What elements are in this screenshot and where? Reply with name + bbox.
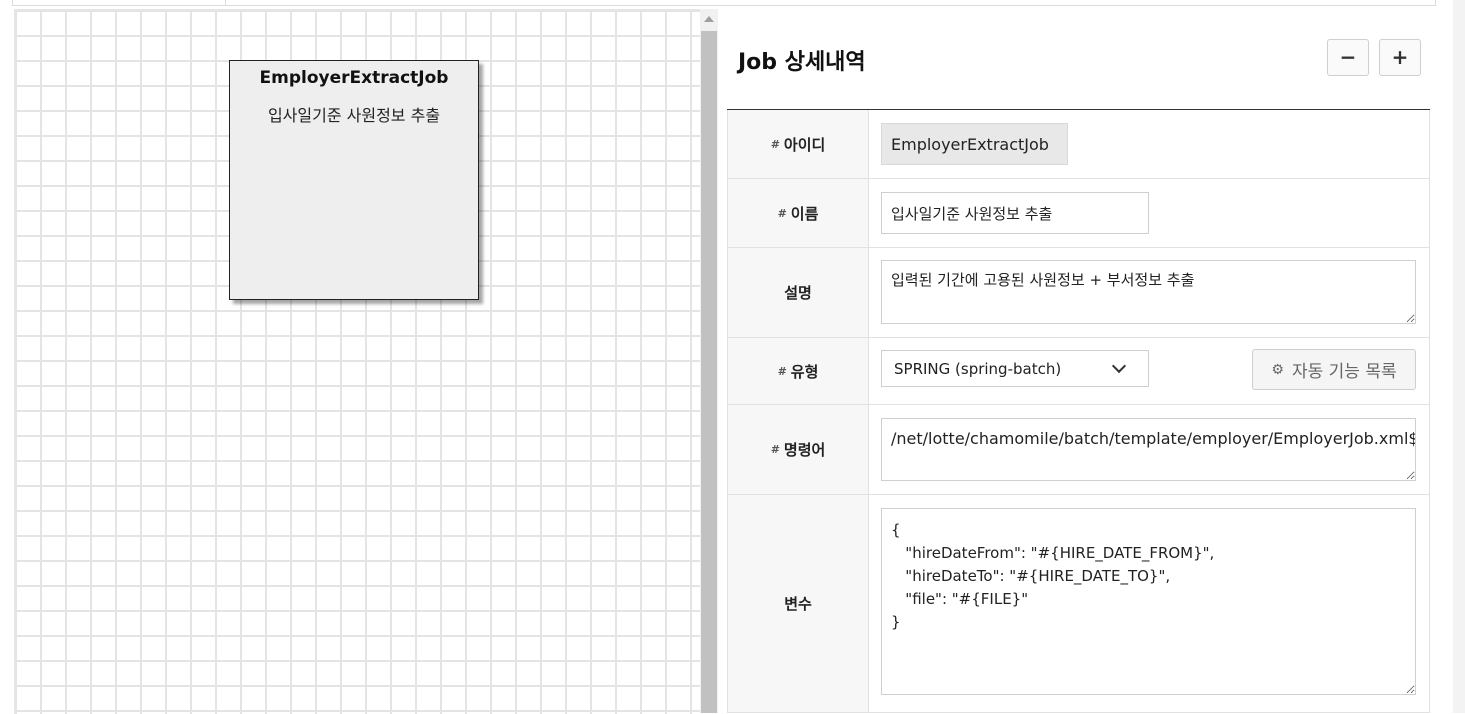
- row-name: # 이름: [727, 179, 1430, 248]
- label-variables: 변수: [728, 495, 869, 712]
- job-node-description: 입사일기준 사원정보 추출: [267, 106, 441, 125]
- scroll-up-arrow-icon[interactable]: [704, 16, 714, 22]
- canvas-scrollbar[interactable]: [700, 9, 718, 713]
- label-type: # 유형: [728, 338, 869, 404]
- required-mark: #: [770, 443, 780, 456]
- top-tab-strip: [12, 0, 1436, 6]
- auto-function-list-button[interactable]: ⚙ 자동 기능 목록: [1252, 349, 1416, 390]
- label-type-text: 유형: [790, 362, 819, 381]
- id-field[interactable]: [881, 123, 1068, 165]
- job-node-title: EmployerExtractJob: [259, 68, 449, 88]
- label-id: # 아이디: [728, 110, 869, 178]
- label-description: 설명: [728, 248, 869, 337]
- label-name-text: 이름: [790, 204, 819, 223]
- command-field[interactable]: /net/lotte/chamomile/batch/template/empl…: [881, 418, 1416, 481]
- type-select[interactable]: SPRING (spring-batch): [881, 350, 1149, 387]
- label-command: # 명령어: [728, 405, 869, 494]
- job-detail-table: # 아이디 # 이름 설명 입력된 기간에 고용된 사원정보 + 부서정보 추출…: [727, 109, 1430, 713]
- name-field[interactable]: [881, 192, 1149, 234]
- required-mark: #: [770, 137, 780, 151]
- job-node[interactable]: EmployerExtractJob 입사일기준 사원정보 추출: [229, 60, 479, 300]
- auto-function-list-label: 자동 기능 목록: [1291, 362, 1397, 382]
- type-select-value: SPRING (spring-batch): [894, 359, 1062, 378]
- job-flow-canvas[interactable]: EmployerExtractJob 입사일기준 사원정보 추출: [14, 9, 701, 714]
- row-id: # 아이디: [727, 110, 1430, 179]
- description-field[interactable]: 입력된 기간에 고용된 사원정보 + 부서정보 추출: [881, 260, 1416, 324]
- variables-field[interactable]: { "hireDateFrom": "#{HIRE_DATE_FROM}", "…: [881, 508, 1416, 695]
- label-variables-text: 변수: [784, 595, 812, 613]
- scrollbar-thumb[interactable]: [701, 31, 717, 713]
- row-command: # 명령어 /net/lotte/chamomile/batch/templat…: [727, 405, 1430, 495]
- page-scrollbar[interactable]: [1453, 0, 1465, 713]
- row-variables: 변수 { "hireDateFrom": "#{HIRE_DATE_FROM}"…: [727, 495, 1430, 713]
- zoom-out-button[interactable]: −: [1327, 39, 1369, 76]
- zoom-in-button[interactable]: +: [1379, 39, 1421, 76]
- required-mark: #: [777, 364, 787, 378]
- label-name: # 이름: [728, 179, 869, 247]
- row-description: 설명 입력된 기간에 고용된 사원정보 + 부서정보 추출: [727, 248, 1430, 338]
- required-mark: #: [777, 206, 787, 220]
- label-id-text: 아이디: [783, 135, 826, 154]
- tab-divider: [225, 0, 226, 5]
- chevron-down-icon: [1111, 358, 1127, 374]
- gear-icon: ⚙: [1271, 361, 1284, 378]
- label-command-text: 명령어: [783, 441, 826, 459]
- row-type: # 유형 SPRING (spring-batch) ⚙ 자동 기능 목록: [727, 338, 1430, 405]
- panel-title: Job 상세내역: [738, 50, 866, 75]
- label-description-text: 설명: [784, 284, 812, 302]
